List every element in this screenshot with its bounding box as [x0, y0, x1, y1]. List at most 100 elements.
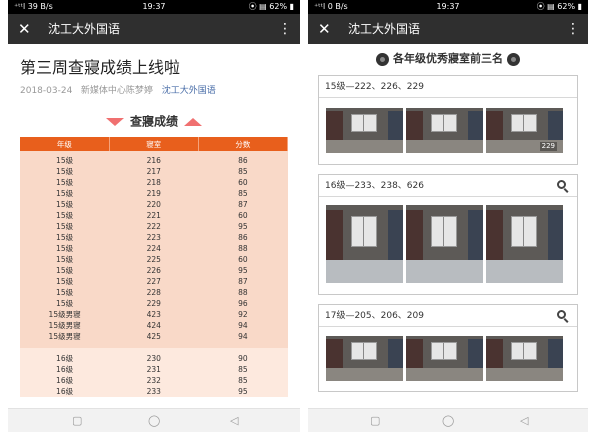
search-icon[interactable]	[557, 310, 569, 323]
dorm-photo[interactable]	[406, 205, 483, 283]
close-icon[interactable]: ✕	[318, 20, 331, 38]
triangle-down-icon	[105, 117, 124, 126]
table-group-15: 15级 216 86 15级 217 85 15级 218 60 15级 219 85 15级 220 87…	[20, 151, 288, 348]
app-navbar: ✕ 沈工大外国语 ⋮	[8, 14, 300, 44]
recent-apps-icon[interactable]: ▢	[370, 414, 380, 428]
dorm-card-label: 17级—205、206、209	[319, 305, 577, 327]
cell-grade: 15级男寝	[20, 320, 110, 331]
right-phone-screen: ⁺ᵗᵗl 0 B/s 19:37 ⦿ ▤ 62% ▮ ✕ 沈工大外国语 ⋮ 各年…	[308, 0, 588, 432]
search-icon[interactable]	[557, 180, 569, 193]
dorm-photo[interactable]	[406, 108, 483, 153]
table-header-row: 年级 寝室 分数	[20, 137, 289, 151]
dorm-photo[interactable]	[326, 108, 403, 153]
dorm-photo[interactable]	[486, 336, 563, 381]
cell-grade: 15级	[20, 221, 110, 232]
cell-dorm: 216	[109, 151, 199, 166]
cell-grade: 16级	[20, 364, 110, 375]
table-row: 15级男寝 424 94	[20, 320, 288, 331]
left-phone-screen: ⁺ᵗᵗl 39 B/s 19:37 ⦿ ▤ 62% ▮ ✕ 沈工大外国语 ⋮ 第…	[8, 0, 300, 432]
triangle-up-icon	[184, 117, 202, 126]
article-meta: 2018-03-24 新媒体中心陈梦婷 沈工大外国语	[20, 85, 288, 97]
article-author: 新媒体中心陈梦婷	[80, 86, 153, 96]
dorm-photo[interactable]	[486, 205, 563, 283]
cell-dorm: 228	[109, 287, 199, 298]
status-bar: ⁺ᵗᵗl 0 B/s 19:37 ⦿ ▤ 62% ▮	[308, 0, 588, 14]
cell-score: 95	[198, 386, 288, 397]
cell-grade: 15级	[20, 166, 110, 177]
cell-dorm: 232	[109, 375, 199, 386]
top-dorms-banner: 各年级优秀寢室前三名	[318, 52, 578, 66]
article-body[interactable]: 第三周查寢成绩上线啦 2018-03-24 新媒体中心陈梦婷 沈工大外国语 查寢…	[8, 44, 300, 408]
cell-score: 95	[198, 221, 288, 232]
article-date: 2018-03-24	[20, 86, 73, 96]
column-header-score: 分数	[198, 137, 289, 151]
cell-score: 87	[198, 276, 288, 287]
cell-grade: 15级	[20, 287, 110, 298]
dorm-photo[interactable]	[326, 336, 403, 381]
cell-grade: 15级	[20, 151, 110, 166]
table-row: 15级 217 85	[20, 166, 288, 177]
dorm-photo[interactable]	[326, 205, 403, 283]
cell-score: 60	[198, 177, 288, 188]
more-icon[interactable]: ⋮	[566, 20, 580, 38]
cell-score: 85	[198, 364, 288, 375]
back-icon[interactable]: ◁	[230, 414, 238, 428]
dorm-photo[interactable]	[406, 336, 483, 381]
dorm-card-16: 16级—233、238、626	[318, 174, 578, 295]
photo-row: 229	[319, 108, 577, 153]
cell-grade: 16级	[20, 375, 110, 386]
photo-row	[319, 205, 577, 283]
table-row: 15级 219 85	[20, 188, 288, 199]
dorm-card-label-text: 17级—205、206、209	[325, 311, 424, 321]
photo-row	[319, 336, 577, 381]
table-row: 15级 221 60	[20, 210, 288, 221]
cell-dorm: 225	[109, 254, 199, 265]
cell-dorm: 223	[109, 232, 199, 243]
cell-grade: 15级	[20, 210, 110, 221]
cell-score: 90	[198, 348, 288, 364]
cell-grade: 15级	[20, 199, 110, 210]
home-icon[interactable]: ◯	[148, 414, 160, 428]
cell-score: 94	[198, 331, 288, 348]
back-icon[interactable]: ◁	[520, 414, 528, 428]
cell-score: 95	[198, 265, 288, 276]
column-header-dorm: 寝室	[109, 137, 199, 151]
cell-score: 85	[198, 166, 288, 177]
table-row: 15级 229 96	[20, 298, 288, 309]
cell-score: 60	[198, 254, 288, 265]
article-source-link[interactable]: 沈工大外国语	[162, 86, 216, 96]
cell-score: 94	[198, 320, 288, 331]
cell-grade: 15级男寝	[20, 331, 110, 348]
table-row: 15级 224 88	[20, 243, 288, 254]
cell-grade: 15级	[20, 232, 110, 243]
cell-score: 87	[198, 199, 288, 210]
dorm-card-label: 15级—222、226、229	[319, 76, 577, 98]
table-group-16: 16级 230 90 16级 231 85 16级 232 85 16级 233 95	[20, 348, 288, 397]
table-row: 15级 222 95	[20, 221, 288, 232]
article-body[interactable]: 各年级优秀寢室前三名 15级—222、226、229 229 16级—233、2…	[308, 44, 588, 408]
home-icon[interactable]: ◯	[442, 414, 454, 428]
system-nav-bar: ▢ ◯ ◁	[308, 408, 588, 432]
table-row: 15级男寝 423 92	[20, 309, 288, 320]
table-row: 15级男寝 425 94	[20, 331, 288, 348]
more-icon[interactable]: ⋮	[278, 20, 292, 38]
cell-grade: 16级	[20, 348, 110, 364]
cell-dorm: 220	[109, 199, 199, 210]
cell-dorm: 217	[109, 166, 199, 177]
navbar-title: 沈工大外国语	[348, 22, 421, 36]
score-table: 年级 寝室 分数 15级 216 86 15级 217 85 15级 218 60 15级 219 8…	[20, 137, 289, 397]
cell-grade: 15级	[20, 298, 110, 309]
table-row: 15级 223 86	[20, 232, 288, 243]
cell-dorm: 218	[109, 177, 199, 188]
section-title: 查寢成绩	[129, 114, 178, 129]
recent-apps-icon[interactable]: ▢	[72, 414, 82, 428]
cell-grade: 15级	[20, 254, 110, 265]
table-row: 15级 218 60	[20, 177, 288, 188]
cell-dorm: 221	[109, 210, 199, 221]
cell-dorm: 226	[109, 265, 199, 276]
table-row: 15级 228 88	[20, 287, 288, 298]
table-row: 15级 227 87	[20, 276, 288, 287]
cell-dorm: 222	[109, 221, 199, 232]
close-icon[interactable]: ✕	[18, 20, 31, 38]
dorm-photo[interactable]: 229	[486, 108, 563, 153]
